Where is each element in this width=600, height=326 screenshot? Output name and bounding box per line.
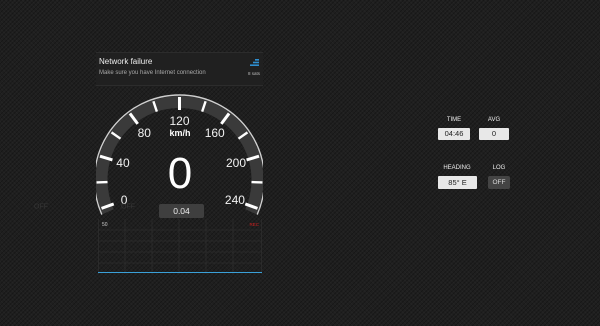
time-label: TIME xyxy=(446,117,462,123)
heading-value: 85° E xyxy=(438,176,477,189)
gauge-tick-label: 160 xyxy=(204,125,225,140)
right-toggle[interactable]: OFF xyxy=(121,204,135,211)
chart-grid xyxy=(98,219,262,274)
notification-message: Make sure you have Internet connection xyxy=(99,70,206,76)
speed-unit: km/h xyxy=(169,128,191,138)
avg-label: AVG xyxy=(487,117,501,123)
speedometer: 0 40 80 120 160 200 240 km/h 0 xyxy=(96,84,263,219)
chart-max-label: 50 xyxy=(102,222,108,228)
gauge-tick-label: 80 xyxy=(137,125,151,140)
avg-value: 0 xyxy=(479,128,509,140)
heading-label: HEADING xyxy=(443,165,471,171)
distance-value: 0.04 xyxy=(159,204,204,218)
network-notification[interactable]: Network failure Make sure you have Inter… xyxy=(96,52,263,86)
speed-value: 0 xyxy=(167,149,193,198)
gauge-tick-label: 240 xyxy=(224,193,245,208)
log-label: LOG xyxy=(492,165,506,171)
left-toggle[interactable]: OFF xyxy=(34,204,48,211)
gauge-tick-label: 40 xyxy=(116,156,130,171)
speed-chart: 50 REC xyxy=(98,219,262,274)
log-toggle[interactable]: OFF xyxy=(488,176,510,189)
notification-title: Network failure xyxy=(99,57,153,66)
signal-icon xyxy=(250,59,259,66)
satellite-count: 8 sats xyxy=(247,71,260,76)
gauge-tick-label: 200 xyxy=(226,156,247,171)
gauge-tick-label: 120 xyxy=(169,114,190,128)
rec-indicator[interactable]: REC xyxy=(249,222,259,227)
time-value: 04:46 xyxy=(438,128,470,140)
